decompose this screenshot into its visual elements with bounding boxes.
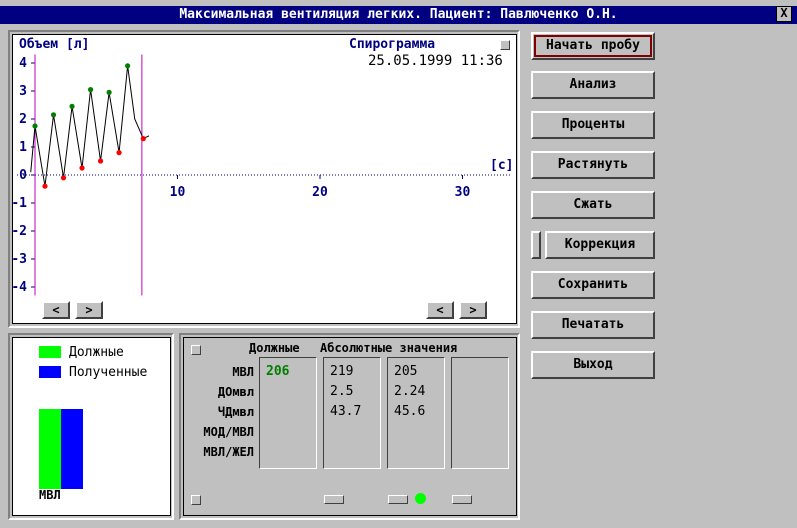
analysis-button[interactable]: Анализ xyxy=(531,71,655,99)
peak-point xyxy=(32,123,38,129)
peak-point xyxy=(87,87,94,93)
y-tick-label: 2 xyxy=(19,112,27,127)
cell-due-0: 206 xyxy=(266,364,290,379)
cell-abs1-1: 2.5 xyxy=(330,384,354,399)
window-title: Максимальная вентиляция легких. Пациент:… xyxy=(0,6,797,24)
chart-option-toggle[interactable] xyxy=(500,40,510,50)
spirogram-chart: 43210-1-2-3-4102030 xyxy=(13,54,511,296)
cell-abs2-0: 205 xyxy=(394,364,418,379)
close-button[interactable]: X xyxy=(776,6,792,22)
legend-due-label: Должные xyxy=(69,345,124,360)
x-tick-label: 10 xyxy=(170,185,186,200)
y-axis-label: Объем [л] xyxy=(19,37,90,52)
column-abs-3 xyxy=(451,357,509,469)
trough-point xyxy=(97,158,104,164)
cell-abs2-1: 2.24 xyxy=(394,384,426,399)
y-tick-label: -4 xyxy=(13,280,27,295)
status-indicator xyxy=(415,493,426,504)
column-select-button-1[interactable] xyxy=(324,495,344,504)
stretch-button[interactable]: Растянуть xyxy=(531,151,655,179)
column-select-button-2[interactable] xyxy=(388,495,408,504)
row-label-chdmvl: ЧДмвл xyxy=(217,405,254,419)
y-tick-label: 3 xyxy=(19,84,27,99)
peak-point xyxy=(69,103,75,109)
y-tick-label: -1 xyxy=(13,196,27,211)
scroll-left-button[interactable]: < xyxy=(42,301,70,319)
chart-panel: 43210-1-2-3-4102030 Объем [л] Спирограмм… xyxy=(12,34,517,324)
start-test-button[interactable]: Начать пробу xyxy=(531,32,655,60)
legend-obtained-swatch xyxy=(39,366,61,378)
y-tick-label: -2 xyxy=(13,224,27,239)
trough-point xyxy=(60,175,67,181)
x-axis-label: [с] xyxy=(490,158,514,173)
table-header-due: Должные xyxy=(249,341,300,355)
bar-obtained xyxy=(61,409,83,489)
y-tick-label: 4 xyxy=(19,56,27,71)
trough-point xyxy=(42,183,48,189)
save-button[interactable]: Сохранить xyxy=(531,271,655,299)
column-due: 206 xyxy=(259,357,317,469)
spirogram-line xyxy=(30,65,150,187)
print-button[interactable]: Печатать xyxy=(531,311,655,339)
legend-due-swatch xyxy=(39,346,61,358)
table-panel: Должные Абсолютные значения МВЛ ДОмвл ЧД… xyxy=(183,337,517,516)
peak-point xyxy=(50,112,57,118)
correction-toggle[interactable] xyxy=(531,231,541,259)
table-bottom-toggle[interactable] xyxy=(191,495,201,505)
peak-point xyxy=(106,89,112,95)
compress-button[interactable]: Сжать xyxy=(531,191,655,219)
correction-button[interactable]: Коррекция xyxy=(545,231,655,259)
cell-abs2-2: 45.6 xyxy=(394,404,426,419)
bar-due xyxy=(39,409,61,489)
legend-obtained-label: Полученные xyxy=(69,365,148,380)
row-label-mvl-zhel: МВЛ/ЖЕЛ xyxy=(203,445,254,459)
trough-point xyxy=(140,136,146,142)
scroll-right-button[interactable]: > xyxy=(75,301,103,319)
trough-point xyxy=(79,165,85,171)
cell-abs1-2: 43.7 xyxy=(330,404,362,419)
trough-point xyxy=(116,150,122,156)
y-tick-label: -3 xyxy=(13,252,27,267)
row-label-mod-mvl: МОД/МВЛ xyxy=(203,425,254,439)
legend-panel: Должные Полученные МВЛ xyxy=(12,337,171,516)
peak-point xyxy=(125,63,131,69)
cell-abs1-0: 219 xyxy=(330,364,354,379)
table-header-abs: Абсолютные значения xyxy=(320,341,458,355)
column-select-button-3[interactable] xyxy=(452,495,472,504)
table-option-toggle[interactable] xyxy=(191,345,201,355)
row-label-mvl: МВЛ xyxy=(232,365,254,379)
scroll-right-button-2[interactable]: > xyxy=(459,301,487,319)
x-tick-label: 20 xyxy=(312,185,328,200)
percent-button[interactable]: Проценты xyxy=(531,111,655,139)
y-tick-label: 1 xyxy=(19,140,27,155)
column-abs-1: 219 2.5 43.7 xyxy=(323,357,381,469)
chart-datetime: 25.05.1999 11:36 xyxy=(368,53,503,69)
exit-button[interactable]: Выход xyxy=(531,351,655,379)
scroll-left-button-2[interactable]: < xyxy=(426,301,454,319)
bar-category-label: МВЛ xyxy=(39,488,61,502)
y-tick-label: 0 xyxy=(19,168,27,183)
row-label-domvl: ДОмвл xyxy=(217,385,254,399)
x-tick-label: 30 xyxy=(455,185,471,200)
column-abs-2: 205 2.24 45.6 xyxy=(387,357,445,469)
chart-panel-title: Спирограмма xyxy=(349,37,436,52)
